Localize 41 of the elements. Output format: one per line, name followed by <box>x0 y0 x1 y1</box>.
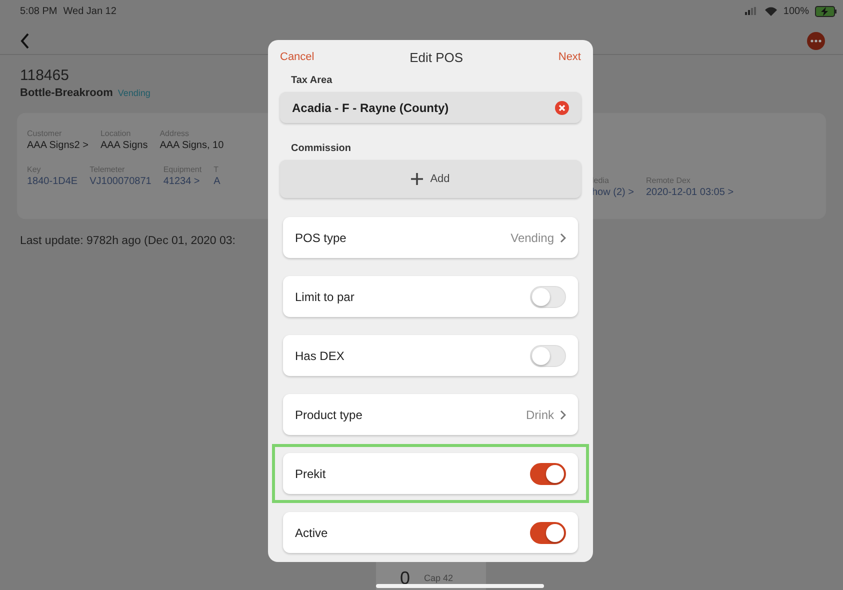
count-value: 0 <box>400 568 410 588</box>
tax-area-field[interactable]: Acadia - F - Rayne (County) <box>280 92 581 124</box>
settings-row[interactable]: Prekit <box>283 453 578 494</box>
next-button[interactable]: Next <box>558 51 581 64</box>
settings-row[interactable]: Limit to par <box>283 276 578 318</box>
row-label: POS type <box>295 230 348 245</box>
plus-icon <box>411 173 424 186</box>
settings-row[interactable]: Product type Drink <box>283 394 578 436</box>
pos-number: 118465 <box>20 67 69 84</box>
cancel-button[interactable]: Cancel <box>280 51 314 64</box>
battery-percent: 100% <box>783 6 809 16</box>
pos-type-tag: Vending <box>118 88 150 98</box>
section-label: Tax Area <box>291 74 334 86</box>
toggle-switch[interactable] <box>530 462 566 485</box>
last-update: Last update: 9782h ago (Dec 01, 2020 03: <box>20 235 236 247</box>
status-date: Wed Jan 12 <box>63 6 116 16</box>
row-label: Has DEX <box>295 348 346 363</box>
settings-row[interactable]: Active <box>283 512 578 554</box>
chevron-icon <box>560 410 566 420</box>
more-icon[interactable] <box>807 32 825 50</box>
row-label: Active <box>295 526 329 540</box>
row-label: Limit to par <box>295 290 356 304</box>
add-button[interactable]: Add <box>280 160 581 198</box>
row-label: Product type <box>295 408 364 422</box>
status-time: 5:08 PM <box>20 6 58 16</box>
capacity-label: Cap 42 <box>424 573 454 583</box>
settings-row[interactable]: POS type Vending <box>283 217 578 258</box>
section-label: Commission <box>291 143 352 154</box>
toggle-switch[interactable] <box>530 522 566 544</box>
dialog-title: Edit POS <box>410 50 464 65</box>
chevron-icon <box>560 232 566 243</box>
row-value: Drink <box>526 408 554 422</box>
row-label: Prekit <box>295 466 327 481</box>
back-icon[interactable] <box>20 33 30 49</box>
row-value: Vending <box>510 230 554 245</box>
pos-name: Bottle-Breakroom <box>20 87 113 99</box>
tax-area-value: Acadia - F - Rayne (County) <box>292 100 449 115</box>
clear-icon[interactable] <box>555 100 569 115</box>
wifi-icon <box>765 6 778 16</box>
battery-icon <box>815 6 837 16</box>
settings-row[interactable]: Has DEX <box>283 335 578 376</box>
